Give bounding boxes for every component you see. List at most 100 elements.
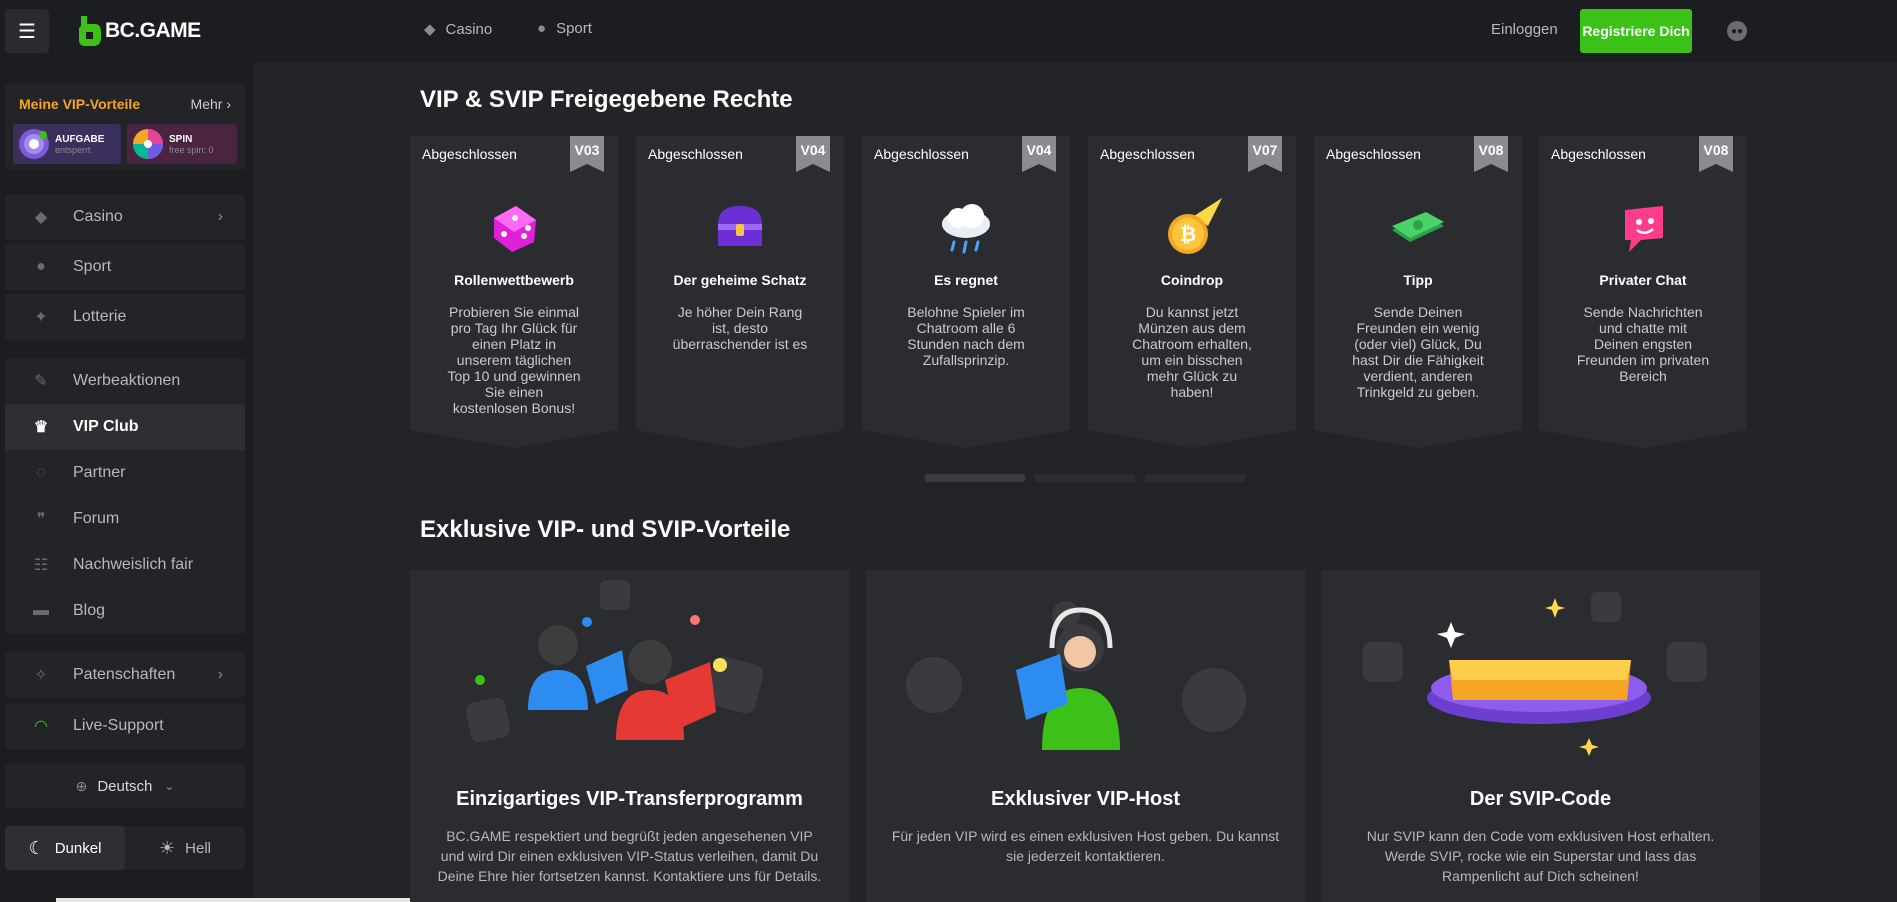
- sidebar-item-casino[interactable]: ◆ Casino ›: [5, 194, 245, 240]
- feature-card-host: Exklusiver VIP-Host Für jeden VIP wird e…: [866, 570, 1305, 902]
- chevron-right-icon: ›: [226, 96, 231, 112]
- theme-light-label: Hell: [185, 839, 211, 857]
- feature-title: Der SVIP-Code: [1469, 788, 1612, 810]
- level-badge-label: V04: [1026, 142, 1052, 158]
- feature-card-svip-code: Der SVIP-Code Nur SVIP kann den Code vom…: [1321, 570, 1760, 902]
- hamburger-icon[interactable]: ☰: [5, 9, 49, 53]
- vip-task-sub: entsperrt: [55, 144, 91, 155]
- logo[interactable]: BC.GAME: [77, 16, 201, 46]
- vip-more-label: Mehr: [190, 96, 223, 112]
- theme-dark-button[interactable]: ☾ Dunkel: [5, 826, 125, 870]
- header: ◆ Casino ● Sport Einloggen Registriere D…: [254, 0, 1897, 62]
- rights-section-title: VIP & SVIP Freigegebene Rechte: [420, 86, 793, 113]
- privilege-desc: Sende Deinen Freunden ein wenig (oder vi…: [1352, 304, 1484, 400]
- login-link[interactable]: Einloggen: [1491, 21, 1558, 38]
- card-background: [1314, 136, 1522, 448]
- privilege-desc: Belohne Spieler im Chatroom alle 6 Stund…: [907, 304, 1025, 368]
- sidebar-item-promotions[interactable]: ✎ Werbeaktionen: [5, 358, 245, 404]
- sidebar-item-partner[interactable]: ◌ Partner: [5, 450, 245, 496]
- moon-icon: ☾: [28, 837, 45, 858]
- casino-icon: ◆: [34, 209, 48, 226]
- privilege-title: Privater Chat: [1599, 272, 1687, 288]
- privilege-status: Abgeschlossen: [874, 146, 969, 162]
- level-badge: V07: [1248, 136, 1282, 172]
- nav-group-games: ◆ Casino › ● Sport ✦ Lotterie: [5, 194, 245, 340]
- privilege-status: Abgeschlossen: [648, 146, 743, 162]
- carousel-dot[interactable]: [1035, 474, 1135, 482]
- nav-group-community: ✎ Werbeaktionen ♛ VIP Club ◌ Partner ❞ F…: [5, 358, 245, 634]
- sidebar-item-lottery[interactable]: ✦ Lotterie: [5, 294, 245, 340]
- privilege-title: Rollenwettbewerb: [454, 272, 574, 288]
- carousel-dot[interactable]: [925, 474, 1025, 482]
- privilege-card: Abgeschlossen V04 Der geheime Schatz Je höh…: [636, 136, 844, 448]
- vip-transfer-illustration: [465, 580, 764, 743]
- privilege-title: Tipp: [1403, 272, 1433, 288]
- vip-spin-card[interactable]: SPIN free spin: 0: [127, 124, 237, 164]
- sidebar-item-forum[interactable]: ❞ Forum: [5, 496, 245, 542]
- card-background: [636, 136, 844, 448]
- headset-icon: ◠: [34, 718, 48, 735]
- sidebar-item-label: Sport: [73, 258, 112, 275]
- sidebar-item-label: Live-Support: [73, 717, 164, 734]
- chevron-right-icon: ›: [217, 208, 223, 225]
- partner-icon: ◌: [36, 464, 46, 481]
- privilege-card: Abgeschlossen V08 Privater Chat Sende Nachr…: [1539, 136, 1747, 448]
- sidebar-item-sport[interactable]: ● Sport: [5, 244, 245, 290]
- privilege-status: Abgeschlossen: [422, 146, 517, 162]
- privilege-status: Abgeschlossen: [1551, 146, 1646, 162]
- nav-group-sponsorship: ✧ Patenschaften ›: [5, 652, 245, 698]
- crown-icon: ♛: [33, 419, 49, 436]
- scrollbar[interactable]: [56, 898, 416, 902]
- forum-icon: ❞: [36, 511, 46, 528]
- language-label: Deutsch: [97, 777, 153, 795]
- level-badge: V08: [1699, 136, 1733, 172]
- handshake-icon: ✧: [34, 667, 48, 684]
- vip-task-card[interactable]: AUFGABE entsperrt: [13, 124, 121, 164]
- privilege-desc: Je höher Dein Rang ist, desto überrasche…: [672, 304, 808, 352]
- sidebar-item-label: Patenschaften: [73, 666, 176, 683]
- sidebar-item-label: Nachweislich fair: [73, 556, 194, 573]
- level-badge-label: V04: [800, 142, 826, 158]
- sidebar-item-live-support[interactable]: ◠ Live-Support: [5, 703, 245, 749]
- sidebar-item-blog[interactable]: ▬ Blog: [5, 588, 245, 634]
- register-button[interactable]: Registriere Dich: [1580, 9, 1692, 53]
- provably-fair-icon: ☷: [33, 557, 49, 574]
- privilege-card: Abgeschlossen V03 Rollenwettbewerb Probiere…: [410, 136, 618, 448]
- feature-title: Exklusiver VIP-Host: [991, 788, 1180, 810]
- money-stack-icon: [1386, 196, 1450, 260]
- sidebar-item-sponsorship[interactable]: ✧ Patenschaften ›: [5, 652, 245, 698]
- chat-icon[interactable]: ●●: [1727, 21, 1747, 41]
- chevron-right-icon: ›: [217, 666, 223, 683]
- exclusive-section-title: Exklusive VIP- und SVIP-Vorteile: [420, 516, 791, 543]
- vip-more-link[interactable]: Mehr ›: [191, 96, 231, 112]
- theme-light-button[interactable]: ☀ Hell: [125, 826, 245, 870]
- sidebar-item-label: Casino: [73, 208, 123, 225]
- carousel-pagination: [925, 474, 1245, 482]
- vip-spin-sub: free spin: 0: [169, 144, 214, 155]
- privilege-title: Der geheime Schatz: [673, 272, 807, 288]
- header-nav-casino[interactable]: ◆ Casino: [424, 20, 493, 39]
- language-select[interactable]: ⊕ Deutsch ⌄: [5, 764, 245, 808]
- chat-bubble-icon: [1611, 196, 1675, 260]
- vip-task-label: AUFGABE: [55, 133, 105, 145]
- header-nav-label: Sport: [556, 20, 592, 37]
- svip-code-illustration: [1363, 592, 1707, 756]
- sun-icon: ☀: [159, 837, 176, 858]
- sidebar-item-vip-club[interactable]: ♛ VIP Club: [5, 404, 245, 450]
- level-badge: V04: [1022, 136, 1056, 172]
- feature-title: Einzigartiges VIP-Transferprogramm: [456, 788, 803, 810]
- sport-icon: ●: [537, 20, 547, 37]
- casino-icon: ◆: [424, 21, 436, 38]
- header-nav-label: Casino: [445, 20, 493, 38]
- theme-dark-label: Dunkel: [54, 839, 102, 857]
- rain-cloud-icon: [934, 196, 998, 260]
- header-nav-sport[interactable]: ● Sport: [537, 20, 592, 37]
- promotions-icon: ✎: [34, 373, 48, 390]
- vip-spin-label: SPIN: [169, 133, 193, 145]
- privilege-desc: Sende Nachrichten und chatte mit Deinen …: [1576, 304, 1710, 384]
- sidebar: ☰ BC.GAME Meine VIP-Vorteile Mehr › AUFG…: [0, 0, 254, 902]
- sidebar-item-provably-fair[interactable]: ☷ Nachweislich fair: [5, 542, 245, 588]
- carousel-dot[interactable]: [1145, 474, 1245, 482]
- level-badge: V03: [570, 136, 604, 172]
- privilege-status: Abgeschlossen: [1326, 146, 1421, 162]
